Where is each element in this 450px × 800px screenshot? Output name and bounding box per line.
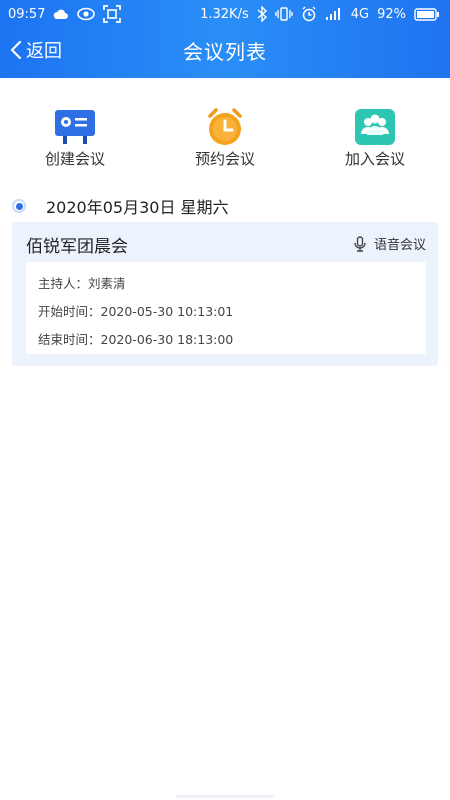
meeting-start-time: 开始时间：2020-05-30 10:13:01 <box>38 304 234 319</box>
meeting-title: 佰锐军团晨会 <box>26 237 128 257</box>
meeting-host: 主持人：刘素清 <box>38 276 126 291</box>
back-label: 返回 <box>26 41 62 62</box>
join-meeting-icon <box>353 108 397 146</box>
vibrate-icon <box>275 7 293 21</box>
alarm-clock-icon <box>203 108 247 146</box>
meeting-date: 2020年05月30日 星期六 <box>46 198 229 217</box>
meeting-end-time: 结束时间：2020-06-30 18:13:00 <box>38 332 234 347</box>
schedule-meeting-label: 预约会议 <box>194 150 255 168</box>
signal-icon <box>325 7 343 21</box>
app-header: 09:57 1.32K/s 4G 92% 返回 会议列表 <box>0 0 450 78</box>
home-indicator <box>175 795 275 798</box>
meeting-type-label: 语音会议 <box>373 238 426 253</box>
nav-bar: 返回 会议列表 <box>0 28 450 72</box>
meeting-date-row: 2020年05月30日 星期六 <box>12 194 229 218</box>
meeting-type: 语音会议 <box>354 234 426 253</box>
create-meeting-icon <box>53 108 97 146</box>
microphone-icon <box>354 235 366 252</box>
status-bar-right: 1.32K/s 4G 92% <box>200 6 440 22</box>
battery-icon <box>414 7 440 21</box>
alarm-icon <box>301 6 317 22</box>
schedule-meeting-button[interactable]: 预约会议 <box>170 108 280 174</box>
network-speed: 1.32K/s <box>200 6 249 22</box>
status-time: 09:57 <box>8 6 46 22</box>
join-meeting-label: 加入会议 <box>344 150 405 168</box>
status-bar-left: 09:57 <box>8 5 122 23</box>
meeting-card[interactable]: 佰锐军团晨会 语音会议 主持人：刘素清 开始时间：2020-05-30 10:1… <box>12 222 438 366</box>
page-title: 会议列表 <box>183 39 267 64</box>
meeting-details: 主持人：刘素清 开始时间：2020-05-30 10:13:01 结束时间：20… <box>26 262 426 354</box>
scan-icon <box>103 5 122 23</box>
create-meeting-label: 创建会议 <box>44 150 105 168</box>
back-button[interactable]: 返回 <box>10 36 62 64</box>
eye-icon <box>77 7 96 21</box>
status-bar: 09:57 1.32K/s 4G 92% <box>0 0 450 28</box>
timeline-dot-icon <box>12 199 26 213</box>
chevron-left-icon <box>10 40 22 60</box>
network-type: 4G <box>350 6 370 22</box>
quick-actions: 创建会议 预约会议 加入会议 <box>0 108 450 174</box>
bluetooth-icon <box>257 6 267 22</box>
battery-level: 92% <box>377 6 406 22</box>
create-meeting-button[interactable]: 创建会议 <box>20 108 130 174</box>
cloud-icon <box>53 8 69 20</box>
join-meeting-button[interactable]: 加入会议 <box>320 108 430 174</box>
